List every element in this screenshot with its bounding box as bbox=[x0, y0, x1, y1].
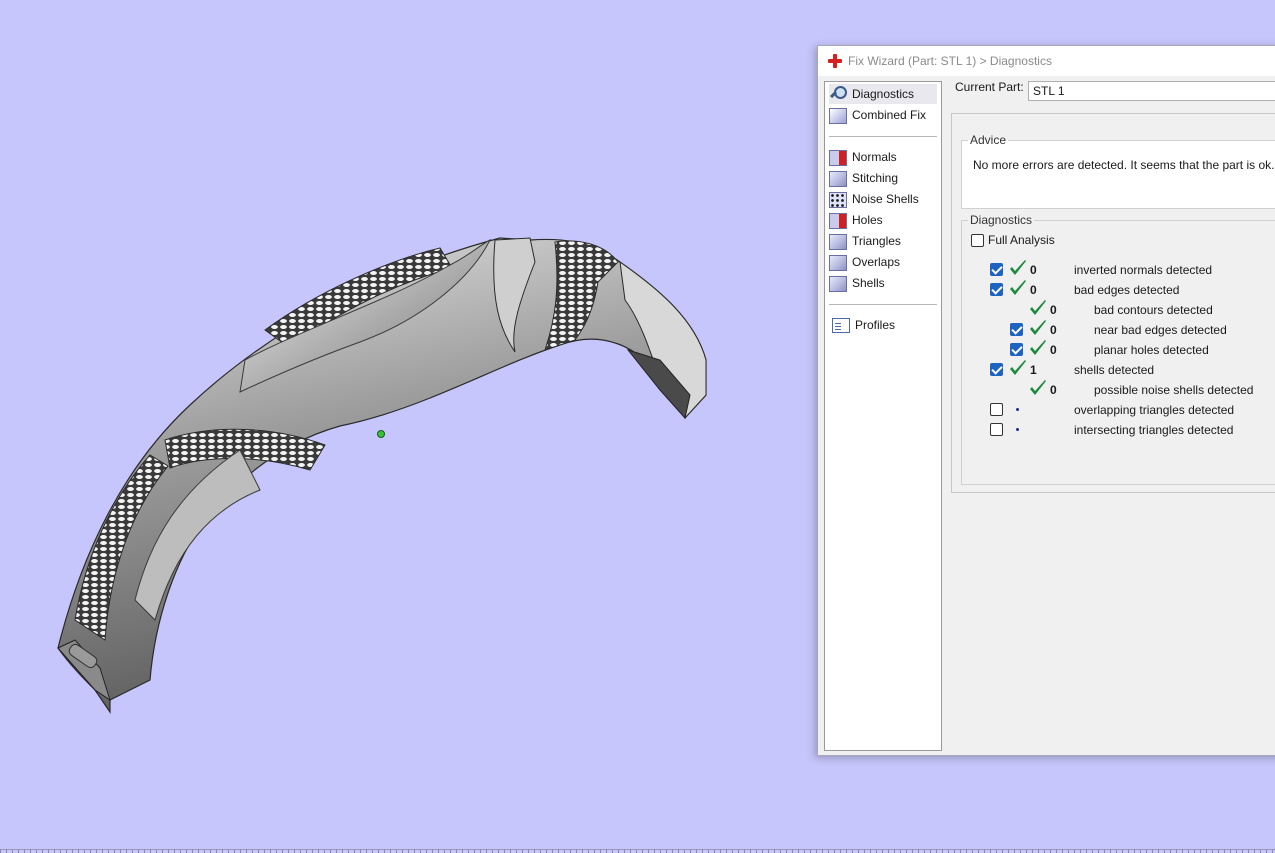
current-part-label: Current Part: bbox=[955, 80, 1024, 94]
diagnostic-checkbox[interactable] bbox=[990, 263, 1003, 276]
diagnostic-checkbox[interactable] bbox=[1010, 323, 1023, 336]
diagnostic-label: overlapping triangles detected bbox=[1074, 403, 1235, 417]
diagnostic-label: possible noise shells detected bbox=[1094, 383, 1254, 397]
sidebar: Diagnostics Combined Fix Normals Stitchi… bbox=[824, 81, 942, 751]
diagnostic-row: 0 near bad edges detected bbox=[952, 320, 1275, 340]
diagnostic-count: 0 bbox=[1030, 283, 1037, 297]
stitching-cube-icon bbox=[829, 170, 847, 187]
diagnostic-count: 0 bbox=[1050, 303, 1057, 317]
diagnostic-row: intersecting triangles detected bbox=[952, 420, 1275, 440]
diagnostic-checkbox[interactable] bbox=[1010, 343, 1023, 356]
advice-text: No more errors are detected. It seems th… bbox=[973, 158, 1275, 172]
diagnostic-checkbox[interactable] bbox=[990, 283, 1003, 296]
shells-cube-icon bbox=[829, 275, 847, 292]
sidebar-item-holes[interactable]: Holes bbox=[829, 210, 937, 230]
sidebar-item-label: Shells bbox=[852, 276, 885, 290]
sidebar-item-triangles[interactable]: Triangles bbox=[829, 231, 937, 251]
diagnostic-label: shells detected bbox=[1074, 363, 1155, 377]
sidebar-item-label: Stitching bbox=[852, 171, 899, 185]
diagnostic-checkbox[interactable] bbox=[990, 403, 1003, 416]
pending-dot-icon bbox=[1016, 408, 1019, 411]
normals-cube-icon bbox=[829, 149, 847, 166]
diagnostic-row: 0 inverted normals detected bbox=[952, 260, 1275, 280]
diagnostics-panel: Advice No more errors are detected. It s… bbox=[951, 113, 1275, 493]
diagnostic-row: 0 possible noise shells detected bbox=[952, 380, 1275, 400]
diagnostic-label: intersecting triangles detected bbox=[1074, 423, 1234, 437]
sidebar-item-overlaps[interactable]: Overlaps bbox=[829, 252, 937, 272]
sidebar-item-label: Profiles bbox=[855, 318, 896, 332]
magnifier-icon bbox=[829, 85, 847, 103]
sidebar-divider bbox=[829, 136, 937, 137]
window-title: Fix Wizard (Part: STL 1) > Diagnostics bbox=[848, 54, 1052, 68]
diagnostic-row: overlapping triangles detected bbox=[952, 400, 1275, 420]
sidebar-item-combined-fix[interactable]: Combined Fix bbox=[829, 105, 937, 125]
sidebar-item-label: Normals bbox=[852, 150, 897, 164]
diagnostic-count: 1 bbox=[1030, 363, 1037, 377]
green-check-icon bbox=[1030, 380, 1046, 395]
triangles-cube-icon bbox=[829, 233, 847, 250]
sidebar-item-noise-shells[interactable]: Noise Shells bbox=[829, 189, 937, 209]
sidebar-item-stitching[interactable]: Stitching bbox=[829, 168, 937, 188]
diagnostic-label: bad contours detected bbox=[1094, 303, 1213, 317]
sidebar-item-shells[interactable]: Shells bbox=[829, 273, 937, 293]
green-check-icon bbox=[1010, 360, 1026, 375]
sidebar-item-diagnostics[interactable]: Diagnostics bbox=[829, 84, 937, 104]
sidebar-item-label: Triangles bbox=[852, 234, 901, 248]
green-check-icon bbox=[1030, 300, 1046, 315]
green-check-icon bbox=[1030, 320, 1046, 335]
sidebar-item-label: Noise Shells bbox=[852, 192, 919, 206]
sidebar-divider bbox=[829, 304, 937, 305]
diagnostic-count: 0 bbox=[1050, 343, 1057, 357]
noise-shells-cube-icon bbox=[829, 191, 847, 208]
diagnostic-checkbox[interactable] bbox=[990, 423, 1003, 436]
advice-title: Advice bbox=[968, 133, 1009, 147]
diagnostic-label: near bad edges detected bbox=[1094, 323, 1227, 337]
diagnostic-count: 0 bbox=[1050, 383, 1057, 397]
ruler bbox=[0, 843, 1275, 853]
document-icon bbox=[832, 317, 850, 333]
title-bar[interactable]: Fix Wizard (Part: STL 1) > Diagnostics bbox=[818, 46, 1275, 76]
diagnostic-count: 0 bbox=[1050, 323, 1057, 337]
diagnostic-checkbox[interactable] bbox=[990, 363, 1003, 376]
diagnostic-row: 0 planar holes detected bbox=[952, 340, 1275, 360]
green-check-icon bbox=[1010, 260, 1026, 275]
diagnostic-label: planar holes detected bbox=[1094, 343, 1209, 357]
sidebar-item-label: Diagnostics bbox=[852, 87, 915, 101]
cube-icon bbox=[829, 107, 847, 124]
diagnostic-row: 0 bad edges detected bbox=[952, 280, 1275, 300]
diagnostics-title: Diagnostics bbox=[968, 213, 1035, 227]
pending-dot-icon bbox=[1016, 428, 1019, 431]
diagnostic-row: 0 bad contours detected bbox=[952, 300, 1275, 320]
sidebar-item-profiles[interactable]: Profiles bbox=[829, 315, 937, 335]
sidebar-item-normals[interactable]: Normals bbox=[829, 147, 937, 167]
sidebar-item-label: Combined Fix bbox=[852, 108, 927, 122]
diagnostic-count: 0 bbox=[1030, 263, 1037, 277]
fix-wizard-window: Fix Wizard (Part: STL 1) > Diagnostics D… bbox=[817, 45, 1275, 756]
sidebar-item-label: Holes bbox=[852, 213, 883, 227]
green-check-icon bbox=[1010, 280, 1026, 295]
holes-cube-icon bbox=[829, 212, 847, 229]
current-part-field[interactable]: STL 1 bbox=[1028, 81, 1275, 101]
green-check-icon bbox=[1030, 340, 1046, 355]
sidebar-item-label: Overlaps bbox=[852, 255, 901, 269]
advice-group: Advice No more errors are detected. It s… bbox=[961, 133, 1275, 209]
diagnostic-row: 1 shells detected bbox=[952, 360, 1275, 380]
full-analysis-label: Full Analysis bbox=[988, 233, 1055, 247]
3d-model-bracelet[interactable] bbox=[0, 0, 760, 760]
overlaps-cube-icon bbox=[829, 254, 847, 271]
red-plus-icon bbox=[828, 54, 842, 68]
diagnostic-label: bad edges detected bbox=[1074, 283, 1180, 297]
full-analysis-checkbox[interactable] bbox=[971, 234, 984, 247]
diagnostic-label: inverted normals detected bbox=[1074, 263, 1213, 277]
